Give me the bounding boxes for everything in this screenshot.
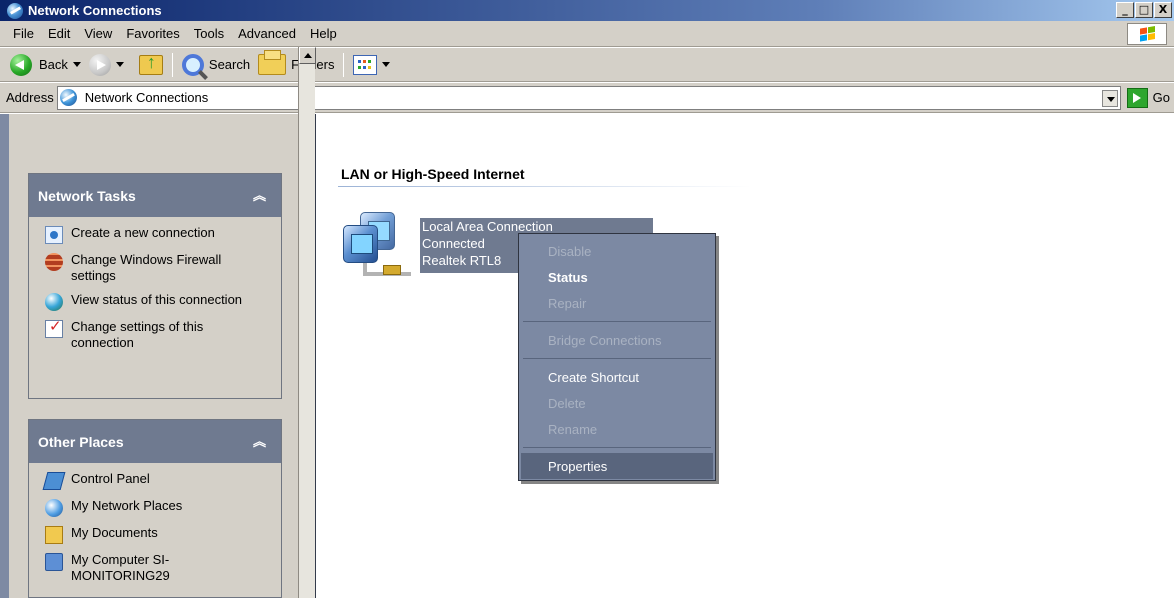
window-controls: _ □ X bbox=[1116, 2, 1172, 18]
network-connection-icon[interactable] bbox=[343, 212, 423, 287]
network-places-icon bbox=[45, 499, 63, 517]
other-places-header[interactable]: Other Places ︽ bbox=[29, 420, 281, 463]
views-dropdown-icon[interactable] bbox=[382, 62, 391, 67]
place-label: My Network Places bbox=[71, 498, 183, 513]
back-label: Back bbox=[39, 57, 68, 72]
context-menu-rename[interactable]: Rename bbox=[519, 416, 715, 442]
network-status-icon bbox=[45, 293, 63, 311]
scroll-up-icon[interactable] bbox=[299, 47, 316, 64]
views-icon bbox=[353, 54, 378, 75]
computer-icon bbox=[45, 553, 63, 571]
place-network-places[interactable]: My Network Places bbox=[45, 498, 265, 517]
chevron-up-double-icon[interactable]: ︽ bbox=[253, 435, 266, 448]
folder-up-icon bbox=[138, 52, 163, 75]
network-connections-icon bbox=[59, 89, 77, 106]
standard-toolbar: Back Search Folders bbox=[0, 48, 1174, 82]
menu-favorites[interactable]: Favorites bbox=[119, 24, 186, 43]
place-my-documents[interactable]: My Documents bbox=[45, 525, 265, 544]
context-menu-separator bbox=[523, 447, 711, 448]
task-create-connection[interactable]: Create a new connection bbox=[45, 225, 265, 244]
network-plug-icon bbox=[383, 265, 401, 275]
new-connection-icon bbox=[45, 226, 63, 244]
toolbar-separator bbox=[343, 52, 345, 77]
network-tasks-title: Network Tasks bbox=[38, 187, 136, 204]
connections-content: LAN or High-Speed Internet Local Area Co… bbox=[317, 114, 1174, 598]
views-button[interactable] bbox=[349, 51, 394, 79]
search-label: Search bbox=[208, 57, 251, 72]
network-connections-icon bbox=[7, 2, 23, 19]
go-arrow-icon bbox=[1126, 87, 1148, 108]
go-button[interactable]: Go bbox=[1123, 86, 1174, 110]
sidebar-scrollbar[interactable] bbox=[298, 47, 316, 598]
place-my-computer[interactable]: My Computer SI-MONITORING29 bbox=[45, 552, 265, 584]
address-bar: Address Network Connections Go bbox=[0, 83, 1174, 113]
window-title: Network Connections bbox=[28, 3, 162, 18]
close-button[interactable]: X bbox=[1154, 2, 1172, 18]
task-label: View status of this connection bbox=[71, 292, 243, 307]
toolbar-separator bbox=[171, 52, 173, 77]
address-label: Address bbox=[6, 90, 54, 105]
task-label: Create a new connection bbox=[71, 225, 215, 240]
back-dropdown-icon[interactable] bbox=[72, 62, 81, 67]
go-label: Go bbox=[1152, 90, 1170, 105]
place-label: Control Panel bbox=[71, 471, 150, 486]
minimize-button[interactable]: _ bbox=[1116, 2, 1134, 18]
back-arrow-icon bbox=[10, 53, 32, 76]
menu-tools[interactable]: Tools bbox=[187, 24, 231, 43]
menu-view[interactable]: View bbox=[77, 24, 119, 43]
context-menu-separator bbox=[523, 358, 711, 359]
windows-logo-icon bbox=[1127, 23, 1167, 45]
maximize-button[interactable]: □ bbox=[1135, 2, 1153, 18]
context-menu-status[interactable]: Status bbox=[519, 264, 715, 290]
context-menu-bridge-connections[interactable]: Bridge Connections bbox=[519, 327, 715, 353]
address-value: Network Connections bbox=[84, 90, 209, 105]
up-folder-button[interactable] bbox=[135, 51, 167, 79]
task-firewall-settings[interactable]: Change Windows Firewall settings bbox=[45, 252, 265, 284]
context-menu-create-shortcut[interactable]: Create Shortcut bbox=[519, 364, 715, 390]
other-places-panel: Other Places ︽ Control Panel My Network … bbox=[28, 419, 282, 598]
address-input[interactable]: Network Connections bbox=[56, 85, 1121, 110]
forward-dropdown-icon[interactable] bbox=[115, 62, 124, 67]
connection-context-menu: Disable Status Repair Bridge Connections… bbox=[518, 233, 716, 481]
section-divider bbox=[338, 186, 751, 187]
section-title: LAN or High-Speed Internet bbox=[341, 166, 525, 182]
menu-help[interactable]: Help bbox=[303, 24, 344, 43]
settings-document-icon bbox=[45, 319, 63, 338]
network-tasks-panel: Network Tasks ︽ Create a new connection … bbox=[28, 173, 282, 399]
network-monitor-front-icon bbox=[343, 225, 378, 263]
menu-bar: File Edit View Favorites Tools Advanced … bbox=[0, 21, 1174, 47]
chevron-up-double-icon[interactable]: ︽ bbox=[253, 189, 266, 202]
search-icon bbox=[181, 53, 204, 76]
task-view-status[interactable]: View status of this connection bbox=[45, 292, 265, 311]
menu-advanced[interactable]: Advanced bbox=[231, 24, 303, 43]
firewall-icon bbox=[45, 253, 63, 271]
folders-button[interactable]: Folders bbox=[254, 50, 338, 79]
place-label: My Computer SI-MONITORING29 bbox=[71, 552, 170, 583]
menu-file[interactable]: File bbox=[6, 24, 41, 43]
other-places-title: Other Places bbox=[38, 433, 124, 450]
context-menu-properties[interactable]: Properties bbox=[521, 453, 713, 479]
back-button[interactable]: Back bbox=[6, 51, 85, 79]
address-dropdown-icon[interactable] bbox=[1101, 89, 1118, 107]
window-title-bar[interactable]: Network Connections _ □ X bbox=[0, 0, 1174, 21]
task-label: Change Windows Firewall settings bbox=[71, 252, 222, 283]
place-control-panel[interactable]: Control Panel bbox=[42, 471, 265, 490]
control-panel-icon bbox=[42, 472, 66, 490]
place-label: My Documents bbox=[71, 525, 158, 540]
documents-folder-icon bbox=[45, 526, 63, 544]
forward-arrow-icon bbox=[88, 53, 111, 76]
network-tasks-header[interactable]: Network Tasks ︽ bbox=[29, 174, 281, 217]
context-menu-separator bbox=[523, 321, 711, 322]
task-label: Change settings of this connection bbox=[71, 319, 204, 350]
context-menu-repair[interactable]: Repair bbox=[519, 290, 715, 316]
context-menu-delete[interactable]: Delete bbox=[519, 390, 715, 416]
task-change-settings[interactable]: Change settings of this connection bbox=[45, 319, 265, 351]
folders-icon bbox=[258, 50, 287, 75]
forward-button[interactable] bbox=[85, 51, 128, 79]
menu-edit[interactable]: Edit bbox=[41, 24, 77, 43]
search-button[interactable]: Search bbox=[178, 51, 254, 79]
context-menu-disable[interactable]: Disable bbox=[519, 238, 715, 264]
